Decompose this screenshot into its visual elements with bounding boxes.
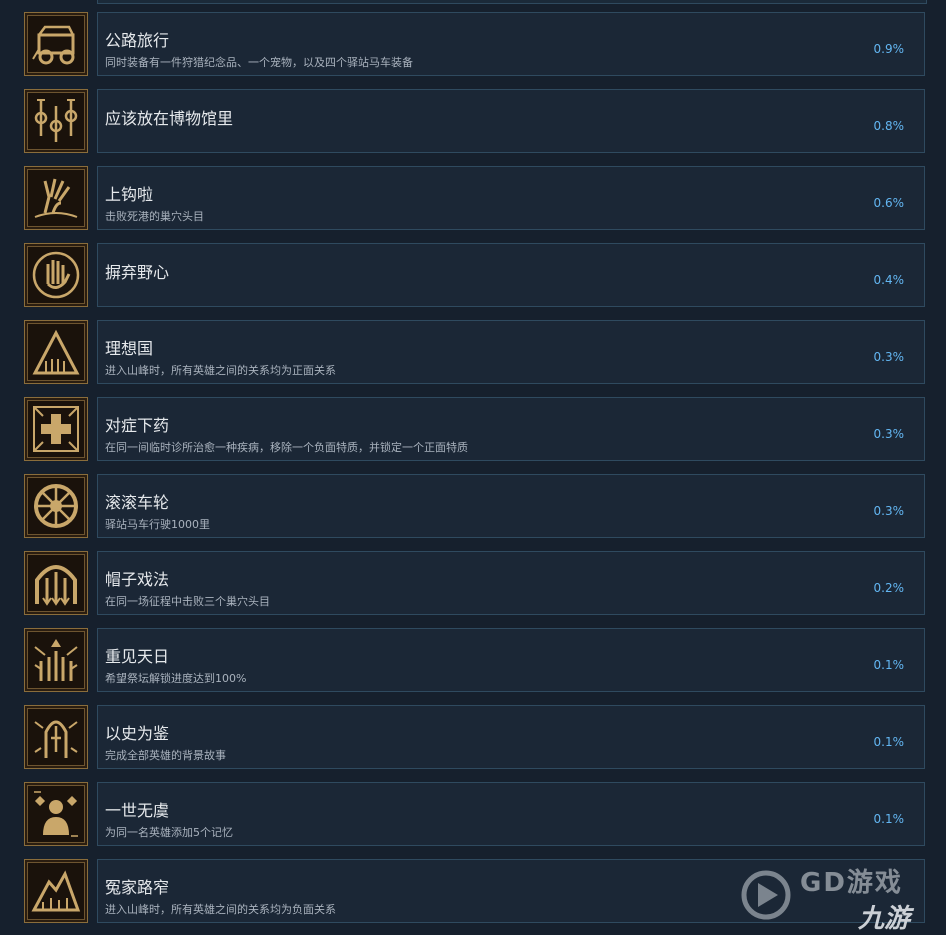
achievement-icon [24, 551, 88, 615]
achievement-icon [24, 166, 88, 230]
dark-mountain-icon [31, 870, 81, 912]
achievement-card[interactable]: 冤家路窄进入山峰时，所有英雄之间的关系均为负面关系 [97, 859, 925, 923]
achievement-row[interactable]: 应该放在博物馆里 0.8% [0, 89, 946, 155]
achievement-description: 驿站马车行驶1000里 [105, 518, 210, 531]
achievement-card[interactable]: 以史为鉴完成全部英雄的背景故事 0.1% [97, 705, 925, 769]
achievement-icon [24, 628, 88, 692]
achievement-row[interactable]: 一世无虞为同一名英雄添加5个记忆 0.1% [0, 782, 946, 848]
achievement-title: 以史为鉴 [105, 724, 170, 743]
achievement-unlock-percent: 0.1% [873, 812, 905, 826]
achievement-icon [24, 243, 88, 307]
achievement-icon [24, 859, 88, 923]
achievement-unlock-percent: 0.6% [873, 196, 905, 210]
achievement-row[interactable]: 对症下药在同一间临时诊所治愈一种疾病，移除一个负面特质，并锁定一个正面特质 0.3… [0, 397, 946, 463]
achievement-row[interactable]: 重见天日希望祭坛解锁进度达到100% 0.1% [0, 628, 946, 694]
achievement-title: 上钩啦 [105, 185, 154, 204]
achievement-row[interactable]: 公路旅行同时装备有一件狩猎纪念品、一个宠物，以及四个驿站马车装备 0.9% [0, 12, 946, 78]
achievement-unlock-percent: 0.8% [873, 119, 905, 133]
achievement-row[interactable]: 理想国进入山峰时，所有英雄之间的关系均为正面关系 0.3% [0, 320, 946, 386]
wheel-icon [34, 484, 78, 528]
achievement-title: 应该放在博物馆里 [105, 109, 234, 128]
achievement-card[interactable]: 应该放在博物馆里 0.8% [97, 89, 925, 153]
achievement-unlock-percent: 0.9% [873, 42, 905, 56]
achievement-unlock-percent: 0.3% [873, 504, 905, 518]
wagon-icon [32, 25, 75, 65]
achievement-description: 进入山峰时，所有英雄之间的关系均为负面关系 [105, 903, 336, 916]
achievement-icon [24, 12, 88, 76]
achievement-card[interactable]: 一世无虞为同一名英雄添加5个记忆 0.1% [97, 782, 925, 846]
achievement-title: 摒弃野心 [105, 263, 170, 282]
achievement-title: 理想国 [105, 339, 154, 358]
achievement-unlock-percent: 0.3% [873, 427, 905, 441]
achievement-icon [24, 397, 88, 461]
achievement-title: 一世无虞 [105, 801, 170, 820]
achievement-title: 重见天日 [105, 647, 170, 666]
achievement-icon [24, 782, 88, 846]
achievement-card[interactable]: 公路旅行同时装备有一件狩猎纪念品、一个宠物，以及四个驿站马车装备 0.9% [97, 12, 925, 76]
achievement-card[interactable]: 摒弃野心 0.4% [97, 243, 925, 307]
achievement-list-page: 公路旅行同时装备有一件狩猎纪念品、一个宠物，以及四个驿站马车装备 0.9% 应该放在… [0, 0, 946, 935]
altar-icon [34, 639, 78, 681]
achievement-unlock-percent: 0.1% [873, 735, 905, 749]
achievement-card[interactable]: 重见天日希望祭坛解锁进度达到100% 0.1% [97, 628, 925, 692]
achievement-description: 同时装备有一件狩猎纪念品、一个宠物，以及四个驿站马车装备 [105, 56, 413, 69]
achievement-icon [24, 89, 88, 153]
achievement-card[interactable]: 对症下药在同一间临时诊所治愈一种疾病，移除一个负面特质，并锁定一个正面特质 0.3… [97, 397, 925, 461]
previous-achievement-card-edge [97, 0, 927, 4]
achievement-description: 在同一间临时诊所治愈一种疾病，移除一个负面特质，并锁定一个正面特质 [105, 441, 468, 454]
achievement-card[interactable]: 帽子戏法在同一场征程中击败三个巢穴头目 0.2% [97, 551, 925, 615]
achievement-row[interactable]: 以史为鉴完成全部英雄的背景故事 0.1% [0, 705, 946, 771]
achievement-card[interactable]: 理想国进入山峰时，所有英雄之间的关系均为正面关系 0.3% [97, 320, 925, 384]
achievement-row[interactable]: 冤家路窄进入山峰时，所有英雄之间的关系均为负面关系 [0, 859, 946, 925]
achievement-card[interactable]: 上钩啦击败死港的巢穴头目 0.6% [97, 166, 925, 230]
open-palm-icon [32, 251, 80, 299]
claw-hand-icon [34, 178, 78, 218]
achievement-description: 在同一场征程中击败三个巢穴头目 [105, 595, 270, 608]
achievement-row[interactable]: 摒弃野心 0.4% [0, 243, 946, 309]
achievement-row[interactable]: 帽子戏法在同一场征程中击败三个巢穴头目 0.2% [0, 551, 946, 617]
achievement-icon [24, 474, 88, 538]
achievement-title: 对症下药 [105, 416, 170, 435]
achievement-title: 滚滚车轮 [105, 493, 170, 512]
achievement-row[interactable]: 上钩啦击败死港的巢穴头目 0.6% [0, 166, 946, 232]
achievement-title: 帽子戏法 [105, 570, 170, 589]
achievement-description: 击败死港的巢穴头目 [105, 210, 204, 223]
achievement-card[interactable]: 滚滚车轮驿站马车行驶1000里 0.3% [97, 474, 925, 538]
figure-icon [34, 791, 78, 837]
achievement-row[interactable]: 滚滚车轮驿站马车行驶1000里 0.3% [0, 474, 946, 540]
mountain-icon [32, 329, 80, 375]
achievement-unlock-percent: 0.3% [873, 350, 905, 364]
achievement-description: 希望祭坛解锁进度达到100% [105, 672, 247, 685]
gate-icon [35, 565, 77, 606]
achievement-description: 完成全部英雄的背景故事 [105, 749, 226, 762]
shrine-icon [34, 720, 78, 758]
medical-cross-icon [33, 406, 79, 452]
achievement-description: 进入山峰时，所有英雄之间的关系均为正面关系 [105, 364, 336, 377]
achievement-description: 为同一名英雄添加5个记忆 [105, 826, 233, 839]
achievement-unlock-percent: 0.2% [873, 581, 905, 595]
achievement-title: 公路旅行 [105, 31, 170, 50]
achievement-icon [24, 705, 88, 769]
achievement-unlock-percent: 0.4% [873, 273, 905, 287]
achievement-title: 冤家路窄 [105, 878, 170, 897]
achievement-icon [24, 320, 88, 384]
relics-icon [34, 99, 78, 142]
achievement-unlock-percent: 0.1% [873, 658, 905, 672]
